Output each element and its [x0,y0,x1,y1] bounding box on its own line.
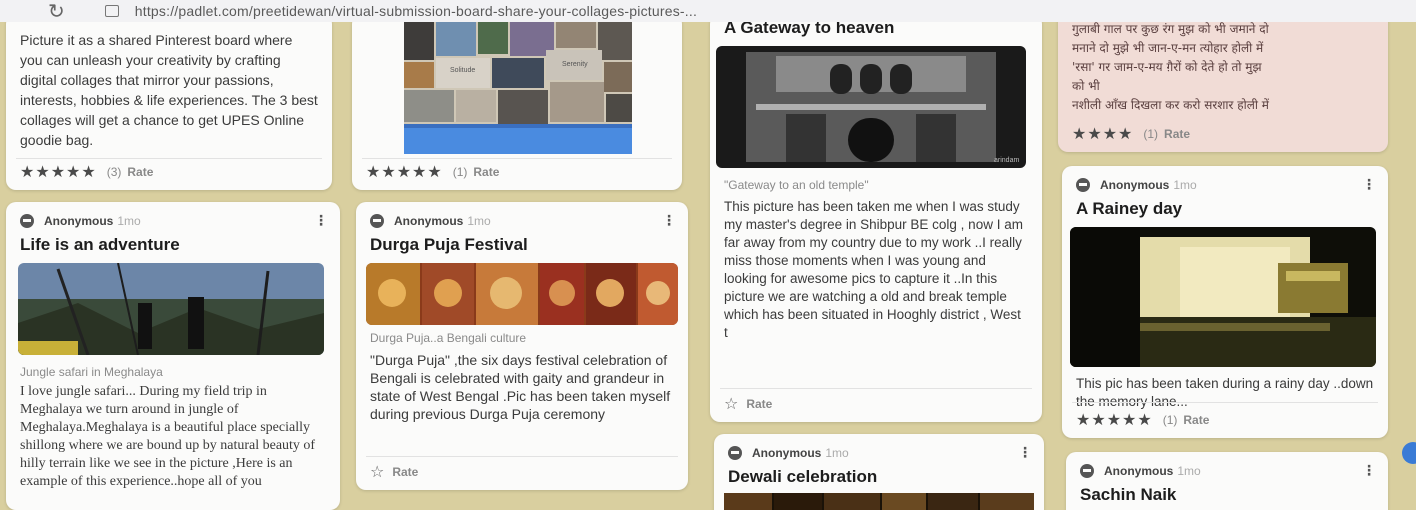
post-card-dewali[interactable]: Anonymous 1mo ⋮ Dewali celebration [714,434,1044,510]
more-icon[interactable]: ⋮ [1362,462,1376,479]
post-card-hindi[interactable]: गुलाबी गाल पर कुछ रंग मुझ को भी जमाने दो… [1058,6,1388,152]
post-card-rainy[interactable]: Anonymous 1mo ⋮ A Rainey day This pic ha… [1062,166,1388,438]
more-icon[interactable]: ⋮ [1018,444,1032,461]
poem-line: को भी [1072,79,1100,93]
url-bar[interactable]: https://padlet.com/preetidewan/virtual-s… [135,3,697,19]
rating-bar[interactable]: ★★★★ (1) Rate [1072,124,1190,144]
post-body: Picture it as a shared Pinterest board w… [20,32,318,148]
post-body: This pic has been taken during a rainy d… [1076,376,1374,409]
author-name: Anonymous [1104,463,1174,478]
star-icon[interactable]: ★★★★★ [20,162,97,182]
post-time: 1mo [117,213,141,228]
post-image[interactable] [1070,227,1376,367]
post-card-jungle[interactable]: Anonymous 1mo ⋮ Life is an adventure Jun… [6,202,340,510]
post-time: 1mo [467,213,491,228]
author-name: Anonymous [752,445,822,460]
post-caption: "Gateway to an old temple" [724,178,869,192]
post-image[interactable] [366,263,678,325]
rate-button[interactable]: Rate [473,165,499,179]
more-icon[interactable]: ⋮ [662,212,676,229]
poem-line: गुलाबी गाल पर कुछ रंग मुझ को भी जमाने दो [1072,22,1269,36]
rating-bar[interactable]: ★★★★★ (3) Rate [20,162,153,182]
post-title: Dewali celebration [728,467,878,486]
post-card-collage[interactable]: Solitude Serenity ★★★★★ (1) Rate [352,14,682,190]
post-time: 1mo [1173,177,1197,192]
image-watermark: arindam [994,157,1019,164]
star-icon[interactable]: ★★★★★ [366,162,443,182]
post-time: 1mo [825,445,849,460]
star-icon[interactable]: ★★★★ [1072,124,1133,144]
rate-button[interactable]: Rate [1164,127,1190,141]
post-body: I love jungle safari... During my field … [20,384,316,489]
post-caption: Jungle safari in Meghalaya [20,365,163,379]
post-meta: Anonymous 1mo ⋮ [356,202,688,229]
avatar-icon [20,213,34,228]
author-name: Anonymous [1100,177,1170,192]
tab-icon[interactable] [104,5,119,17]
floating-add-button[interactable] [1402,442,1416,464]
more-icon[interactable]: ⋮ [314,212,328,229]
post-body: This picture has been taken me when I wa… [724,199,1023,340]
post-card-durga[interactable]: Anonymous 1mo ⋮ Durga Puja Festival Durg… [356,202,688,490]
post-caption: Durga Puja..a Bengali culture [370,331,527,345]
post-image[interactable]: arindam [716,46,1026,168]
star-outline-icon[interactable]: ☆ [370,462,384,482]
rating-bar[interactable]: ★★★★★ (1) Rate [1076,410,1209,430]
rate-button[interactable]: Rate [746,397,772,411]
author-name: Anonymous [394,213,464,228]
post-image[interactable] [18,263,324,355]
post-title: Durga Puja Festival [370,235,528,254]
post-image[interactable] [724,493,1034,510]
post-body: गुलाबी गाल पर कुछ रंग मुझ को भी जमाने दो… [1058,6,1388,115]
star-outline-icon[interactable]: ☆ [724,394,738,414]
reload-icon[interactable]: ↻ [48,0,65,23]
avatar-icon [728,445,742,460]
author-name: Anonymous [44,213,114,228]
post-title: Sachin Naik [1080,485,1177,504]
post-meta: Anonymous 1mo ⋮ [1062,166,1388,193]
avatar-icon [1076,177,1090,192]
post-meta: Anonymous 1mo ⋮ [6,202,340,229]
post-card-sachin[interactable]: Anonymous 1mo ⋮ Sachin Naik [1066,452,1388,510]
post-card-intro[interactable]: Picture it as a shared Pinterest board w… [6,14,332,190]
rate-button[interactable]: Rate [127,165,153,179]
post-meta: Anonymous 1mo ⋮ [714,434,1044,461]
browser-bar: ↻ https://padlet.com/preetidewan/virtual… [0,0,1416,22]
post-time: 1mo [1177,463,1201,478]
rating-bar[interactable]: ☆ Rate [370,462,418,482]
poem-line: 'रसा' गर जाम-ए-मय ग़ैरों को देते हो तो म… [1072,60,1262,74]
collage-tile-1: Solitude [450,67,475,74]
post-body: "Durga Puja" ,the six days festival cele… [370,352,671,422]
star-icon[interactable]: ★★★★★ [1076,410,1153,430]
rate-button[interactable]: Rate [1183,413,1209,427]
more-icon[interactable]: ⋮ [1362,176,1376,193]
collage-tile-2: Serenity [562,61,588,68]
collage-image[interactable]: Solitude Serenity [404,20,632,154]
poem-line: नशीली आँख दिखला कर करो सरशार होली में [1072,98,1269,112]
avatar-icon [370,213,384,228]
rate-button[interactable]: Rate [392,465,418,479]
avatar-icon [1080,463,1094,478]
post-title: Life is an adventure [20,235,180,254]
post-card-gateway[interactable]: A Gateway to heaven arindam "Gateway to … [710,14,1042,422]
post-meta: Anonymous 1mo ⋮ [1066,452,1388,479]
rating-bar[interactable]: ☆ Rate [724,394,772,414]
rating-bar[interactable]: ★★★★★ (1) Rate [366,162,499,182]
poem-line: मनाने दो मुझे भी जान-ए-मन त्योहार होली म… [1072,41,1264,55]
post-title: A Rainey day [1076,199,1183,218]
